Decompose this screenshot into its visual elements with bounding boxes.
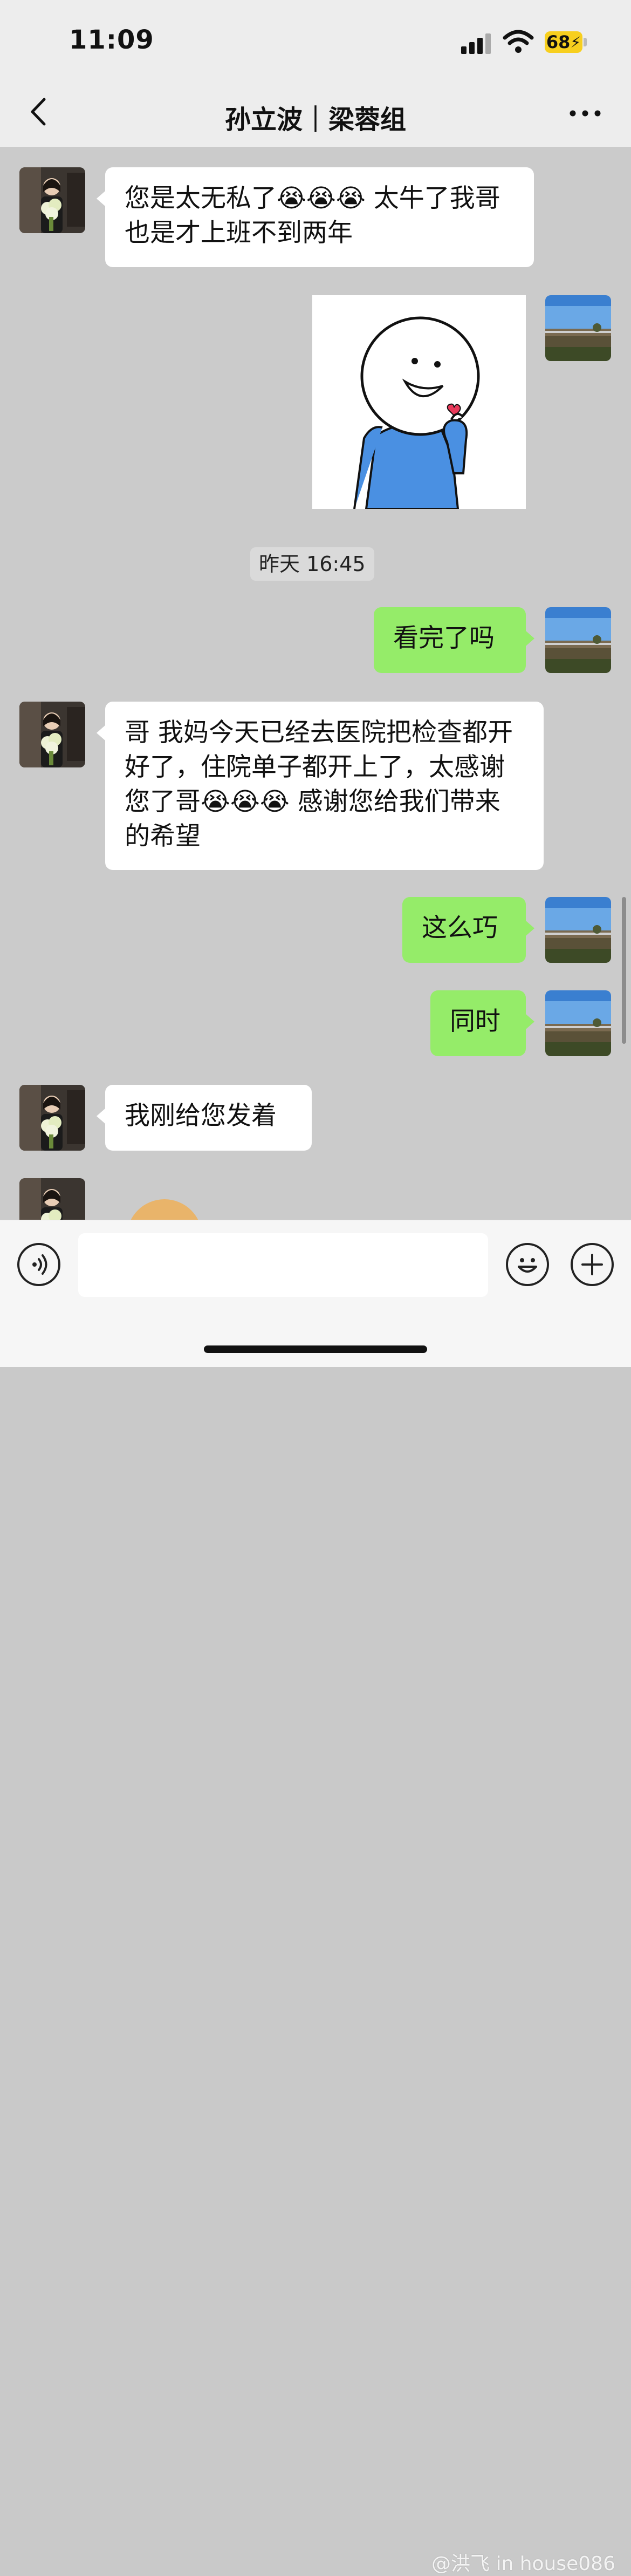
my-avatar[interactable] (545, 607, 611, 673)
status-time: 11:09 (69, 25, 154, 55)
contact-avatar-image (19, 1085, 85, 1151)
my-avatar-image (545, 607, 611, 673)
more-options-icon[interactable] (566, 97, 604, 130)
home-indicator[interactable] (204, 1345, 427, 1353)
contact-avatar[interactable] (19, 702, 85, 767)
signal-icon (461, 32, 493, 54)
contact-avatar-image (19, 1178, 85, 1220)
my-avatar-image (545, 990, 611, 1056)
plus-icon (581, 1254, 603, 1275)
input-bar: @洪飞 in house086 (0, 1220, 631, 2575)
sticker-message[interactable] (312, 295, 526, 510)
message-bubble-received[interactable]: 您是太无私了😭😭😭 太牛了我哥也是才上班不到两年 (97, 167, 534, 267)
my-avatar-image (545, 897, 611, 963)
thumb-heart-stick-figure-icon (312, 295, 526, 510)
message-bubble-sent[interactable]: 同时 (430, 990, 534, 1056)
contact-avatar-image (19, 167, 85, 233)
contact-avatar[interactable] (19, 1085, 85, 1151)
my-avatar-image (545, 295, 611, 361)
battery-cap (584, 38, 587, 46)
message-bubble-sent[interactable]: 这么巧 (402, 897, 534, 963)
charging-bolt-icon: ⚡ (570, 33, 581, 51)
my-avatar[interactable] (545, 897, 611, 963)
battery-level: 68 (546, 32, 571, 52)
voice-button[interactable] (17, 1243, 60, 1286)
battery-icon: 68 ⚡ (545, 31, 582, 53)
contact-avatar[interactable] (19, 167, 85, 233)
message-input[interactable] (78, 1233, 488, 1297)
status-bar: 11:09 68 ⚡ (0, 0, 631, 81)
more-functions-button[interactable] (571, 1243, 614, 1286)
wifi-icon (503, 30, 534, 53)
message-bubble-received[interactable]: 哥 我妈今天已经去医院把检查都开好了，住院单子都开上了，太感谢您了哥😭😭😭 感谢… (97, 702, 544, 870)
message-timestamp: 昨天 16:45 (250, 547, 374, 581)
watermark: @洪飞 in house086 (431, 2553, 615, 2575)
contact-avatar[interactable] (19, 1178, 85, 1220)
smiley-icon (518, 1258, 537, 1273)
emoji-button[interactable] (506, 1243, 549, 1286)
partial-sticker[interactable] (127, 1199, 202, 1220)
chat-title: 孙立波｜梁蓉组 (224, 105, 406, 135)
my-avatar[interactable] (545, 990, 611, 1056)
scrollbar[interactable] (622, 897, 626, 1044)
message-bubble-sent[interactable]: 看完了吗 (374, 607, 534, 673)
my-avatar[interactable] (545, 295, 611, 361)
contact-avatar-image (19, 702, 85, 767)
chat-message-list[interactable]: 您是太无私了😭😭😭 太牛了我哥也是才上班不到两年 昨天 16:45 看完了吗 哥… (0, 147, 631, 1220)
voice-icon (32, 1254, 47, 1275)
message-bubble-received[interactable]: 我刚给您发着 (97, 1085, 312, 1151)
chat-header: 孙立波｜梁蓉组 (0, 81, 631, 147)
